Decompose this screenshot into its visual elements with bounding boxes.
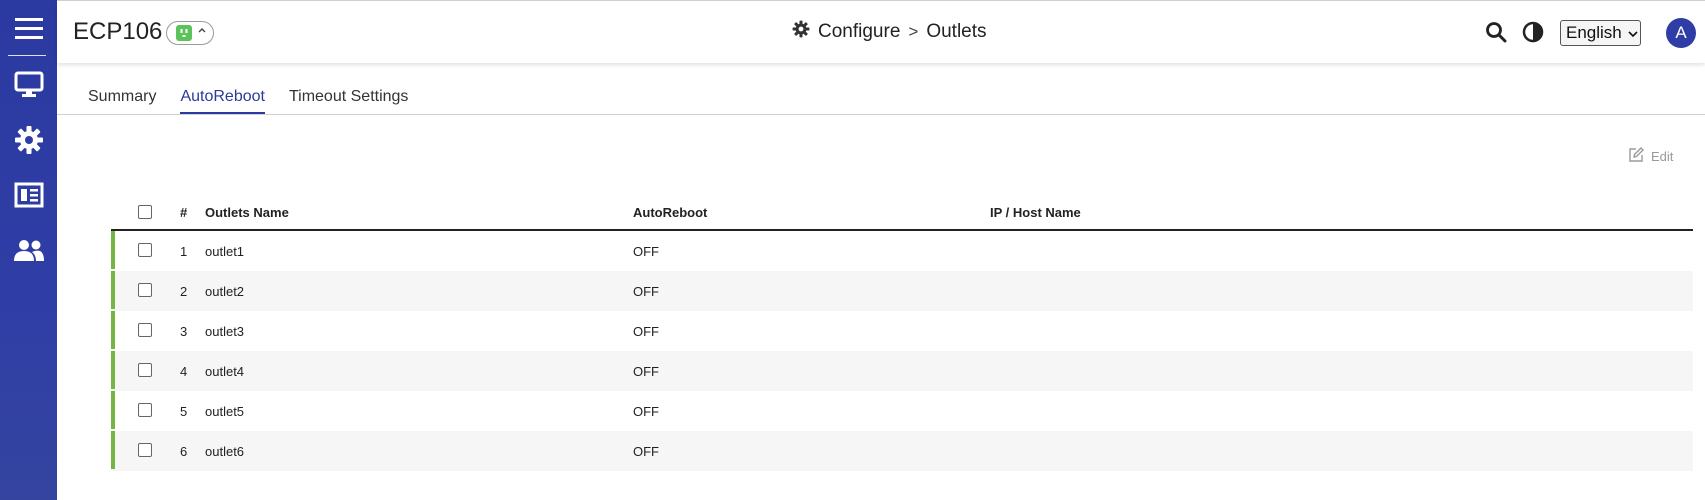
breadcrumb-separator: > <box>908 22 919 41</box>
contrast-icon[interactable] <box>1522 21 1544 48</box>
sidebar-divider <box>8 55 46 56</box>
select-all-checkbox[interactable] <box>138 205 152 219</box>
row-status-bar <box>111 391 115 429</box>
autoreboot-value: OFF <box>633 284 659 299</box>
column-header-ip-host-name[interactable]: IP / Host Name <box>990 205 1081 220</box>
breadcrumb-page: Outlets <box>926 21 987 42</box>
row-checkbox[interactable] <box>138 323 152 337</box>
row-number: 2 <box>180 284 188 299</box>
row-checkbox[interactable] <box>138 403 152 417</box>
chevron-up-icon <box>198 26 206 37</box>
row-number: 6 <box>180 444 188 459</box>
outlet-status-icon <box>176 25 192 41</box>
row-number: 5 <box>180 404 188 419</box>
tab-bar: Summary AutoReboot Timeout Settings <box>88 88 432 115</box>
avatar[interactable]: A <box>1666 18 1696 48</box>
row-status-bar <box>111 271 115 309</box>
tab-autoreboot[interactable]: AutoReboot <box>180 88 265 115</box>
row-status-bar <box>111 231 115 269</box>
row-checkbox[interactable] <box>138 363 152 377</box>
row-number: 4 <box>180 364 188 379</box>
outlet-name: outlet4 <box>205 364 245 379</box>
table-row[interactable]: 5 outlet5 OFF <box>111 391 1693 431</box>
table-row[interactable]: 1 outlet1 OFF <box>111 231 1693 271</box>
language-select[interactable]: English <box>1560 20 1641 46</box>
gear-icon[interactable] <box>0 123 57 157</box>
outlets-table: # Outlets Name AutoReboot IP / Host Name… <box>111 196 1693 471</box>
top-header: ECP106 Configure > Outlets English A <box>57 0 1705 63</box>
device-name: ECP106 <box>73 18 163 45</box>
gear-icon <box>792 20 810 44</box>
table-row[interactable]: 6 outlet6 OFF <box>111 431 1693 471</box>
monitor-icon[interactable] <box>0 68 57 102</box>
outlet-name: outlet1 <box>205 244 245 259</box>
autoreboot-value: OFF <box>633 364 659 379</box>
row-status-bar <box>111 431 115 469</box>
table-header: # Outlets Name AutoReboot IP / Host Name <box>111 196 1693 231</box>
sidebar <box>0 0 57 500</box>
autoreboot-value: OFF <box>633 324 659 339</box>
column-header-outlets-name[interactable]: Outlets Name <box>205 205 289 220</box>
search-icon[interactable] <box>1485 21 1507 48</box>
tab-summary[interactable]: Summary <box>88 88 156 115</box>
autoreboot-value: OFF <box>633 404 659 419</box>
table-row[interactable]: 3 outlet3 OFF <box>111 311 1693 351</box>
outlet-name: outlet2 <box>205 284 245 299</box>
device-status-toggle[interactable] <box>166 21 214 45</box>
row-checkbox[interactable] <box>138 283 152 297</box>
tabs-divider <box>57 114 1705 115</box>
newspaper-icon[interactable] <box>0 178 57 212</box>
autoreboot-value: OFF <box>633 244 659 259</box>
edit-label: Edit <box>1651 149 1674 164</box>
column-header-autoreboot[interactable]: AutoReboot <box>633 205 707 220</box>
outlet-name: outlet5 <box>205 404 245 419</box>
column-header-number[interactable]: # <box>180 205 187 220</box>
row-checkbox[interactable] <box>138 243 152 257</box>
autoreboot-value: OFF <box>633 444 659 459</box>
table-row[interactable]: 2 outlet2 OFF <box>111 271 1693 311</box>
language-value: English <box>1566 23 1622 42</box>
menu-icon[interactable] <box>0 12 57 46</box>
breadcrumb-section[interactable]: Configure <box>818 21 900 43</box>
users-icon[interactable] <box>0 233 57 267</box>
outlet-name: outlet3 <box>205 324 245 339</box>
table-row[interactable]: 4 outlet4 OFF <box>111 351 1693 391</box>
chevron-down-icon <box>1628 23 1638 43</box>
edit-icon <box>1627 146 1645 167</box>
row-status-bar <box>111 351 115 389</box>
row-checkbox[interactable] <box>138 443 152 457</box>
row-status-bar <box>111 311 115 349</box>
breadcrumb: Configure > Outlets <box>792 20 987 44</box>
row-number: 3 <box>180 324 188 339</box>
tab-timeout-settings[interactable]: Timeout Settings <box>289 88 408 115</box>
outlet-name: outlet6 <box>205 444 245 459</box>
row-number: 1 <box>180 244 188 259</box>
edit-button[interactable]: Edit <box>1627 146 1673 167</box>
